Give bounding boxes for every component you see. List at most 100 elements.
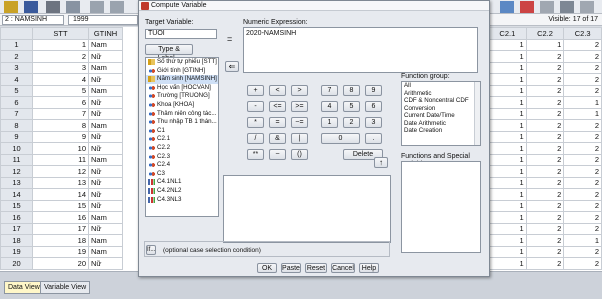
- column-header[interactable]: STT: [32, 27, 89, 40]
- data-cell[interactable]: 2: [525, 61, 565, 74]
- data-cell[interactable]: 2: [525, 96, 565, 109]
- data-cell[interactable]: 1: [488, 61, 527, 74]
- row-number[interactable]: 2: [0, 50, 33, 63]
- data-cell[interactable]: 2: [525, 176, 565, 189]
- row-number[interactable]: 14: [0, 188, 33, 201]
- cancel-button[interactable]: Cancel: [331, 263, 355, 273]
- data-cell[interactable]: 1: [488, 257, 527, 270]
- gtinh-cell[interactable]: Nam: [88, 211, 123, 224]
- keypad-key[interactable]: |: [291, 133, 308, 144]
- variable-list-item[interactable]: C4.1NL1: [146, 178, 218, 187]
- variable-list-item[interactable]: Khoa [KHOA]: [146, 101, 218, 110]
- data-cell[interactable]: 2: [563, 165, 602, 178]
- target-variable-input[interactable]: TUOI: [145, 29, 217, 39]
- row-number[interactable]: 19: [0, 245, 33, 258]
- keypad-key[interactable]: ~=: [291, 117, 308, 128]
- row-number[interactable]: 15: [0, 199, 33, 212]
- keypad-key[interactable]: 6: [365, 101, 382, 112]
- data-cell[interactable]: 1: [488, 199, 527, 212]
- variable-list[interactable]: Số thứ tự phiếu [STT] Giới tính [GTINH] Nă…: [145, 57, 219, 217]
- gtinh-cell[interactable]: Nam: [88, 119, 123, 132]
- functions-special-variables-list[interactable]: [401, 161, 481, 253]
- data-cell[interactable]: 2: [563, 257, 602, 270]
- keypad-key[interactable]: <: [269, 85, 286, 96]
- paste-button[interactable]: Paste: [281, 263, 301, 273]
- variable-list-item[interactable]: C1: [146, 127, 218, 136]
- data-cell[interactable]: 1: [488, 245, 527, 258]
- column-header[interactable]: GTINH: [88, 27, 123, 40]
- gtinh-cell[interactable]: Nữ: [88, 73, 123, 86]
- data-cell[interactable]: 1: [488, 119, 527, 132]
- variable-list-item[interactable]: C2.3: [146, 153, 218, 162]
- variable-list-item[interactable]: C3: [146, 170, 218, 179]
- find-icon[interactable]: [500, 1, 514, 13]
- variable-list-item[interactable]: C4.3NL3: [146, 196, 218, 205]
- data-cell[interactable]: 1: [488, 38, 527, 51]
- row-number[interactable]: 8: [0, 119, 33, 132]
- gtinh-cell[interactable]: Nữ: [88, 50, 123, 63]
- data-cell[interactable]: 2: [525, 222, 565, 235]
- keypad-key[interactable]: -: [247, 101, 264, 112]
- data-cell[interactable]: 2: [563, 188, 602, 201]
- row-number[interactable]: 12: [0, 165, 33, 178]
- data-cell[interactable]: 2: [525, 130, 565, 143]
- data-cell[interactable]: 1: [488, 96, 527, 109]
- print-icon[interactable]: [46, 1, 60, 13]
- data-cell[interactable]: 2: [525, 107, 565, 120]
- numeric-expression-input[interactable]: 2020-NAMSINH: [243, 27, 478, 73]
- variable-list-item[interactable]: C2.4: [146, 161, 218, 170]
- column-header[interactable]: C2.3: [563, 27, 602, 40]
- keypad-key[interactable]: 2: [343, 117, 360, 128]
- data-cell[interactable]: 2: [563, 199, 602, 212]
- stt-cell[interactable]: 19: [32, 245, 89, 258]
- redo-icon[interactable]: [110, 1, 124, 13]
- variable-list-item[interactable]: Trường [TRUONG]: [146, 92, 218, 101]
- tab-data-view[interactable]: Data View: [4, 281, 44, 294]
- keypad-key[interactable]: .: [365, 133, 382, 144]
- row-number[interactable]: 3: [0, 61, 33, 74]
- data-cell[interactable]: 2: [525, 142, 565, 155]
- row-number[interactable]: 11: [0, 153, 33, 166]
- variable-list-item[interactable]: Học vấn [HOCVAN]: [146, 84, 218, 93]
- data-cell[interactable]: 1: [563, 107, 602, 120]
- function-group-list[interactable]: All Arithmetic CDF & Noncentral CDF Convers…: [401, 81, 481, 146]
- row-number[interactable]: 7: [0, 107, 33, 120]
- value-labels-icon[interactable]: [560, 1, 574, 13]
- data-cell[interactable]: 1: [488, 165, 527, 178]
- keypad-key[interactable]: =: [269, 117, 286, 128]
- stt-cell[interactable]: 11: [32, 153, 89, 166]
- data-cell[interactable]: 2: [525, 165, 565, 178]
- function-group-item[interactable]: Date Creation: [402, 127, 480, 135]
- gtinh-cell[interactable]: Nữ: [88, 96, 123, 109]
- stt-cell[interactable]: 18: [32, 234, 89, 247]
- data-cell[interactable]: 2: [525, 153, 565, 166]
- dialog-recall-icon[interactable]: [66, 1, 80, 13]
- gtinh-cell[interactable]: Nam: [88, 61, 123, 74]
- keypad-key[interactable]: 0: [321, 133, 360, 144]
- gtinh-cell[interactable]: Nữ: [88, 222, 123, 235]
- data-cell[interactable]: 2: [563, 245, 602, 258]
- data-cell[interactable]: 2: [563, 73, 602, 86]
- gtinh-cell[interactable]: Nam: [88, 245, 123, 258]
- data-cell[interactable]: 2: [525, 73, 565, 86]
- keypad-key[interactable]: 5: [343, 101, 360, 112]
- gtinh-cell[interactable]: Nữ: [88, 107, 123, 120]
- data-cell[interactable]: 2: [525, 257, 565, 270]
- data-cell[interactable]: 1: [525, 38, 565, 51]
- data-cell[interactable]: 1: [488, 211, 527, 224]
- data-cell[interactable]: 1: [488, 222, 527, 235]
- data-cell[interactable]: 2: [563, 119, 602, 132]
- data-cell[interactable]: 2: [525, 199, 565, 212]
- data-cell[interactable]: 1: [488, 153, 527, 166]
- data-cell[interactable]: 2: [563, 142, 602, 155]
- gtinh-cell[interactable]: Nữ: [88, 199, 123, 212]
- keypad-key[interactable]: *: [247, 117, 264, 128]
- variable-list-item[interactable]: Số thứ tự phiếu [STT]: [146, 58, 218, 67]
- data-cell[interactable]: 1: [488, 107, 527, 120]
- keypad-key[interactable]: >=: [291, 101, 308, 112]
- data-cell[interactable]: 1: [488, 176, 527, 189]
- gtinh-cell[interactable]: Nam: [88, 234, 123, 247]
- move-variable-arrow-icon[interactable]: ⇐: [225, 61, 239, 72]
- gtinh-cell[interactable]: Nữ: [88, 130, 123, 143]
- data-cell[interactable]: 2: [563, 211, 602, 224]
